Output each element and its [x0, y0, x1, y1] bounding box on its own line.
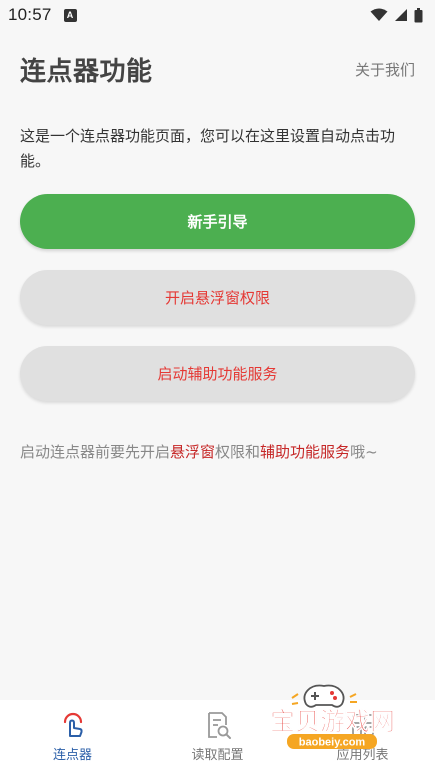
- status-icons: [370, 7, 423, 23]
- nav-label-read-config: 读取配置: [191, 748, 244, 763]
- hint-highlight-accessibility: 辅助功能服务: [260, 443, 351, 461]
- nav-label-clicker: 连点器: [52, 748, 92, 763]
- notification-a-icon: A: [63, 8, 77, 22]
- float-permission-label: 开启悬浮窗权限: [164, 289, 270, 307]
- hint-highlight-float: 悬浮窗: [170, 443, 216, 461]
- accessibility-service-label: 启动辅助功能服务: [157, 365, 278, 383]
- nav-item-clicker[interactable]: 连点器: [0, 700, 145, 773]
- about-us-link[interactable]: 关于我们: [355, 59, 415, 80]
- watermark-logo: 宝贝游戏网 baobeiy.com: [270, 684, 395, 749]
- document-search-icon: [207, 712, 231, 739]
- hint-text-2: 权限和: [215, 443, 261, 461]
- status-bar: 10:57 A: [0, 0, 435, 30]
- float-permission-button[interactable]: 开启悬浮窗权限: [20, 270, 415, 325]
- battery-icon: [414, 7, 423, 22]
- hint-text-3: 哦~: [350, 443, 378, 461]
- wifi-icon: [370, 8, 388, 21]
- beginner-guide-label: 新手引导: [187, 213, 248, 231]
- page-title: 连点器功能: [20, 56, 153, 87]
- accessibility-service-button[interactable]: 启动辅助功能服务: [20, 346, 415, 401]
- usage-hint: 启动连点器前要先开启悬浮窗权限和辅助功能服务哦~: [20, 440, 420, 464]
- watermark-text: 宝贝游戏网: [270, 707, 395, 736]
- page-description: 这是一个连点器功能页面，您可以在这里设置自动点击功能。: [20, 127, 396, 170]
- tap-hand-icon: [63, 712, 83, 737]
- hint-text-1: 启动连点器前要先开启: [20, 443, 171, 461]
- signal-icon: [395, 9, 407, 21]
- beginner-guide-button[interactable]: 新手引导: [20, 194, 415, 249]
- status-time: 10:57: [8, 5, 52, 24]
- app-header: 连点器功能 关于我们: [0, 44, 435, 94]
- watermark-url: baobeiy.com: [299, 737, 366, 749]
- gamepad-icon: [291, 684, 357, 708]
